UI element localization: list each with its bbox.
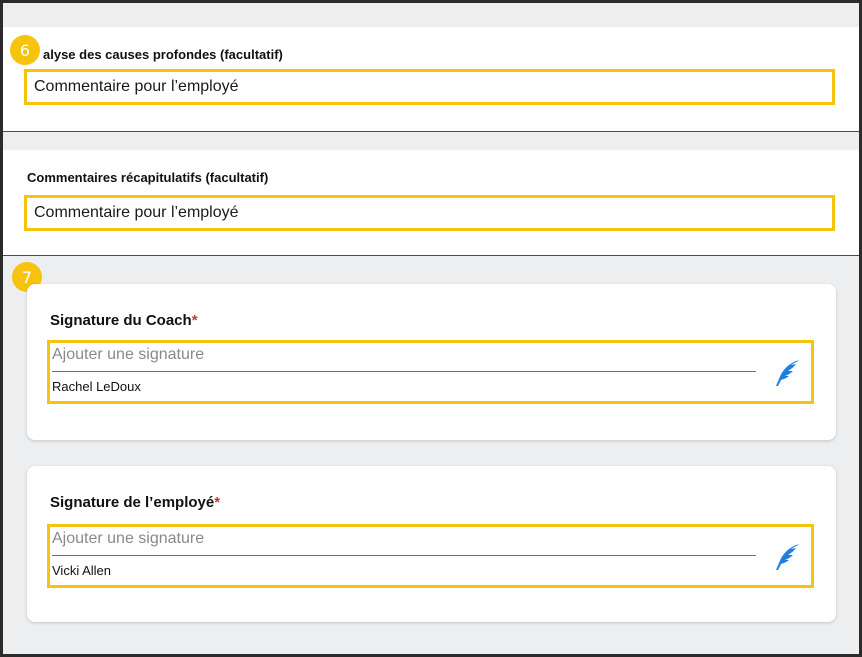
signature-underline (52, 371, 756, 372)
summary-comment-field[interactable]: Commentaire pour l’employé (24, 195, 835, 231)
coach-signature-title: Signature du Coach* (50, 312, 198, 329)
signature-underline (52, 555, 756, 556)
coach-signature-card: Signature du Coach* Ajouter une signatur… (27, 284, 836, 440)
employee-signature-card: Signature de l’employé* Ajouter une sign… (27, 466, 836, 622)
summary-comment-text: Commentaire pour l’employé (34, 204, 239, 221)
step-badge-6: 6 (10, 35, 40, 65)
quill-icon[interactable] (771, 541, 803, 573)
quill-icon[interactable] (771, 357, 803, 389)
coach-name: Rachel LeDoux (52, 379, 141, 394)
root-cause-section: 6 alyse des causes profondes (facultatif… (3, 27, 859, 132)
employee-name: Vicki Allen (52, 563, 112, 578)
coach-signature-placeholder: Ajouter une signature (52, 346, 205, 363)
root-cause-label: alyse des causes profondes (facultatif) (43, 47, 283, 62)
section-gap (3, 132, 859, 150)
employee-signature-title: Signature de l’employé* (50, 494, 221, 511)
root-cause-comment-text: Commentaire pour l’employé (34, 78, 239, 95)
top-gap (3, 3, 859, 27)
root-cause-comment-field[interactable]: Commentaire pour l’employé (24, 69, 835, 105)
required-asterisk: * (214, 494, 221, 511)
employee-signature-placeholder: Ajouter une signature (52, 530, 205, 547)
required-asterisk: * (191, 312, 198, 329)
form-frame: 6 alyse des causes profondes (facultatif… (0, 0, 862, 657)
summary-section: Commentaires récapitulatifs (facultatif)… (3, 150, 859, 256)
summary-label: Commentaires récapitulatifs (facultatif) (27, 170, 269, 185)
coach-signature-field[interactable]: Ajouter une signature Rachel LeDoux (47, 340, 814, 404)
employee-signature-field[interactable]: Ajouter une signature Vicki Allen (47, 524, 814, 588)
